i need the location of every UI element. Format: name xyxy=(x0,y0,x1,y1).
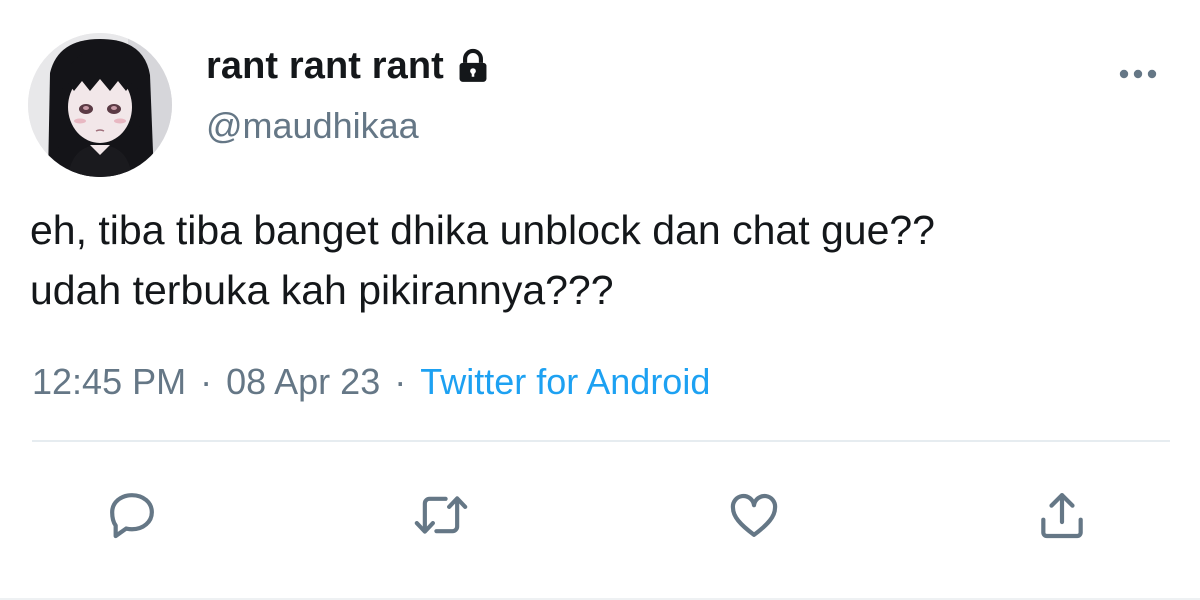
divider xyxy=(32,440,1170,442)
heart-icon xyxy=(730,493,778,537)
three-dots-icon xyxy=(1119,69,1157,79)
display-name[interactable]: rant rant rant xyxy=(206,47,444,85)
avatar[interactable] xyxy=(28,33,172,177)
like-button[interactable] xyxy=(719,480,789,550)
display-name-row: rant rant rant xyxy=(206,42,492,90)
tweet-text: eh, tiba tiba banget dhika unblock dan c… xyxy=(30,207,935,313)
tweet-meta: 12:45 PM · 08 Apr 23 · Twitter for Andro… xyxy=(32,364,710,400)
action-bar xyxy=(0,480,1200,550)
share-button[interactable] xyxy=(1027,480,1097,550)
tweet-date[interactable]: 08 Apr 23 xyxy=(226,364,380,400)
user-handle[interactable]: @maudhikaa xyxy=(206,108,419,144)
tweet-source-link[interactable]: Twitter for Android xyxy=(420,364,710,400)
tweet-time[interactable]: 12:45 PM xyxy=(32,364,186,400)
reply-button[interactable] xyxy=(97,480,167,550)
avatar-illustration xyxy=(28,33,172,177)
meta-separator: · xyxy=(200,361,213,402)
lock-icon xyxy=(459,48,487,82)
share-arrow-icon xyxy=(1041,493,1083,539)
meta-separator: · xyxy=(394,361,407,402)
retweet-button[interactable] xyxy=(406,480,476,550)
more-options-button[interactable] xyxy=(1114,58,1162,90)
speech-bubble-icon xyxy=(110,493,154,539)
retweet-arrows-icon xyxy=(414,496,468,534)
tweet-card: rant rant rant @maudhikaa eh, tiba tiba … xyxy=(0,0,1200,600)
